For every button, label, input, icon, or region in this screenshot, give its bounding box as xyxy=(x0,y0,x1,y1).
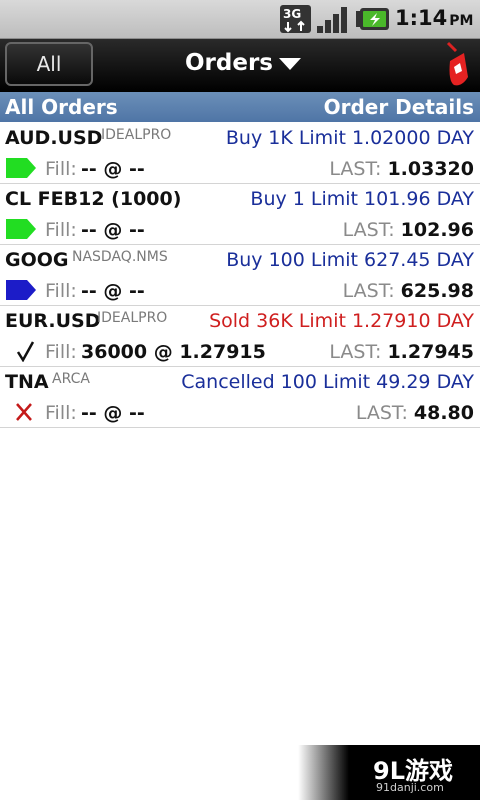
last-value: 48.80 xyxy=(413,402,474,424)
app-logo-icon[interactable] xyxy=(442,41,470,89)
order-row[interactable]: CL FEB12 (1000) Buy 1 Limit 101.96 DAY F… xyxy=(0,184,480,245)
order-detail: Buy 100 Limit 627.45 DAY xyxy=(226,249,474,271)
column-order-details: Order Details xyxy=(323,95,474,119)
last-value: 1.27945 xyxy=(387,341,474,363)
status-bar: 3G 1:14 PM xyxy=(0,0,480,39)
last-label: LAST: xyxy=(329,158,382,180)
list-column-header: All Orders Order Details xyxy=(0,92,480,122)
fill-label: Fill: xyxy=(45,402,77,424)
order-detail: Buy 1 Limit 101.96 DAY xyxy=(250,188,474,210)
fill-value: -- @ -- xyxy=(81,158,145,180)
last-price: LAST: 102.96 xyxy=(343,219,474,241)
fill-label: Fill: xyxy=(45,219,77,241)
order-detail: Cancelled 100 Limit 49.29 DAY xyxy=(181,371,474,393)
last-value: 102.96 xyxy=(400,219,474,241)
fill-value: -- @ -- xyxy=(81,402,145,424)
order-exchange: IDEALPRO xyxy=(101,127,172,143)
green-tag-icon xyxy=(6,219,36,239)
fill-value: 36000 @ 1.27915 xyxy=(81,341,266,363)
svg-text:3G: 3G xyxy=(283,7,301,21)
order-detail: Buy 1K Limit 1.02000 DAY xyxy=(225,127,474,149)
column-all-orders: All Orders xyxy=(5,95,118,119)
order-exchange: ARCA xyxy=(52,371,90,387)
order-symbol: TNA xyxy=(5,371,49,393)
last-price: LAST: 48.80 xyxy=(356,402,474,424)
checkmark-icon xyxy=(16,341,35,362)
watermark: 9L游戏 91danji.com xyxy=(298,745,480,800)
watermark-site: 91danji.com xyxy=(376,781,444,794)
battery-icon xyxy=(356,8,389,30)
order-detail: Sold 36K Limit 1.27910 DAY xyxy=(209,310,474,332)
fill-label: Fill: xyxy=(45,341,77,363)
last-label: LAST: xyxy=(355,402,408,424)
order-exchange: NASDAQ.NMS xyxy=(72,249,168,265)
order-row[interactable]: AUD.USD IDEALPRO Buy 1K Limit 1.02000 DA… xyxy=(0,123,480,184)
app-header: All Orders xyxy=(0,39,480,92)
last-value: 625.98 xyxy=(400,280,474,302)
last-value: 1.03320 xyxy=(387,158,474,180)
fill-value: -- @ -- xyxy=(81,280,145,302)
last-price: LAST: 625.98 xyxy=(343,280,474,302)
order-symbol: GOOG xyxy=(5,249,69,271)
3g-network-icon: 3G xyxy=(280,5,311,33)
order-symbol: AUD.USD xyxy=(5,127,103,149)
all-filter-button[interactable]: All xyxy=(5,42,93,86)
order-row[interactable]: GOOG NASDAQ.NMS Buy 100 Limit 627.45 DAY… xyxy=(0,245,480,306)
orders-dropdown[interactable]: Orders xyxy=(185,50,301,76)
cross-icon xyxy=(16,403,32,421)
order-exchange: IDEALPRO xyxy=(97,310,168,326)
caret-down-icon xyxy=(279,57,301,70)
fill-label: Fill: xyxy=(45,280,77,302)
page-title: Orders xyxy=(185,50,273,76)
signal-strength-icon xyxy=(317,7,347,33)
fill-label: Fill: xyxy=(45,158,77,180)
order-symbol: CL FEB12 (1000) xyxy=(5,188,182,210)
last-label: LAST: xyxy=(342,280,395,302)
last-price: LAST: 1.27945 xyxy=(329,341,474,363)
last-label: LAST: xyxy=(342,219,395,241)
order-row[interactable]: TNA ARCA Cancelled 100 Limit 49.29 DAY F… xyxy=(0,367,480,428)
clock: 1:14 PM xyxy=(395,6,474,30)
fill-value: -- @ -- xyxy=(81,219,145,241)
blue-tag-icon xyxy=(6,280,36,300)
order-row[interactable]: EUR.USD IDEALPRO Sold 36K Limit 1.27910 … xyxy=(0,306,480,367)
order-symbol: EUR.USD xyxy=(5,310,101,332)
last-price: LAST: 1.03320 xyxy=(329,158,474,180)
last-label: LAST: xyxy=(329,341,382,363)
green-tag-icon xyxy=(6,158,36,178)
